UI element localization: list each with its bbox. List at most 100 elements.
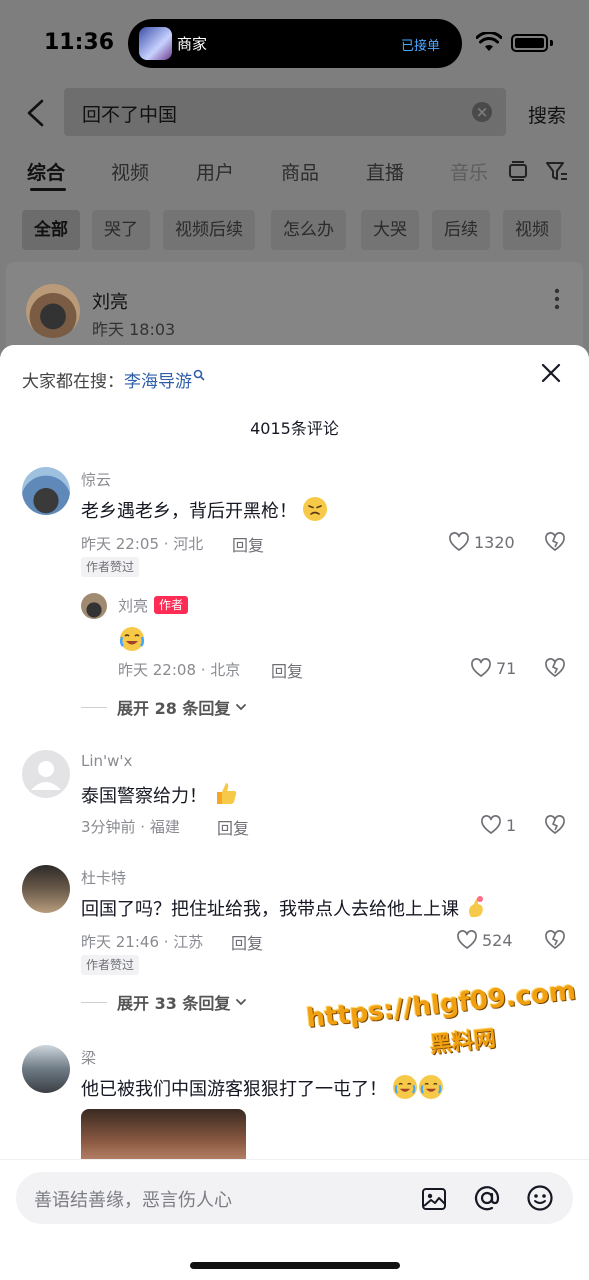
island-app-thumbnail [139, 27, 172, 60]
comment-count: 4015条评论 [250, 419, 339, 438]
like-button[interactable]: 1320 [448, 531, 515, 553]
like-button[interactable]: 524 [456, 929, 513, 951]
heart-icon [449, 532, 469, 551]
comment-author[interactable]: 杜卡特 [81, 867, 126, 888]
like-button[interactable]: 71 [470, 657, 516, 679]
heart-hand-emoji-icon [465, 895, 489, 919]
tab-all[interactable]: 综合 [27, 158, 65, 185]
comment-author[interactable]: 惊云 [81, 469, 111, 490]
close-icon[interactable] [540, 362, 562, 384]
comment-input[interactable]: 善语结善缘，恶言伤人心 [16, 1172, 573, 1224]
comment-meta: 3分钟前 · 福建 [81, 818, 180, 836]
back-icon[interactable] [22, 98, 50, 128]
dynamic-island[interactable]: 商家 已接单 [128, 19, 462, 68]
default-avatar-icon [31, 761, 61, 790]
expand-label: 展开 28 条回复 [117, 699, 231, 718]
comment-text: 回国了吗？把住址给我，我带点人去给他上上课 [81, 895, 489, 921]
dislike-icon[interactable] [544, 657, 566, 679]
dislike-icon[interactable] [544, 929, 566, 951]
reply-button[interactable]: 回复 [271, 658, 303, 682]
tab-video[interactable]: 视频 [111, 158, 149, 185]
hot-search-keyword[interactable]: 李海导游 [124, 372, 192, 392]
comment-text-content: 他已被我们中国游客狠狠打了一屯了！ [81, 1079, 387, 1100]
comment-meta: 昨天 21:46 · 江苏 [81, 933, 204, 951]
background-page: 11:36 商家 已接单 回不了中国 × 搜索 综合 视频 用户 商品 直播 音… [0, 0, 589, 362]
laugh-cry-emoji-icon [118, 625, 146, 657]
chip-what-to-do[interactable]: 怎么办 [271, 210, 346, 250]
tab-live[interactable]: 直播 [366, 158, 404, 185]
comment-meta: 昨天 22:05 · 河北 [81, 535, 204, 553]
battery-icon [511, 34, 548, 52]
result-time: 昨天 18:03 [92, 320, 176, 339]
comment-text-content: 回国了吗？把住址给我，我带点人去给他上上课 [81, 899, 459, 920]
comment-author[interactable]: 梁 [81, 1047, 96, 1068]
thumbs-up-emoji-icon [213, 780, 237, 804]
avatar[interactable] [22, 1045, 70, 1093]
avatar[interactable] [22, 865, 70, 913]
filter-chips: 全部 哭了 视频后续 怎么办 大哭 后续 视频 [0, 210, 589, 250]
heart-icon [457, 930, 477, 949]
comment-text-content: 老乡遇老乡，背后开黑枪！ [81, 501, 297, 522]
avatar[interactable] [22, 467, 70, 515]
result-author-name[interactable]: 刘亮 [92, 288, 128, 314]
expand-divider [81, 706, 107, 708]
comment-author[interactable]: Lin'w'x [81, 752, 132, 770]
watermark: https://hlgf09.com 黑料网 [305, 976, 581, 1074]
author-tag: 作者 [154, 596, 189, 614]
like-count: 1 [506, 815, 517, 835]
at-icon[interactable] [473, 1184, 501, 1212]
reply-button[interactable]: 回复 [232, 532, 264, 556]
tab-music[interactable]: 音乐 [450, 158, 488, 185]
image-icon[interactable] [421, 1186, 447, 1212]
angry-emoji-icon [303, 497, 327, 521]
chip-followup[interactable]: 后续 [432, 210, 490, 250]
avatar[interactable] [22, 750, 70, 798]
expand-divider [81, 1001, 107, 1003]
chip-video-followup[interactable]: 视频后续 [163, 210, 255, 250]
search-input[interactable]: 回不了中国 × [64, 88, 506, 136]
comment-text: 他已被我们中国游客狠狠打了一屯了！ [81, 1075, 443, 1101]
like-count: 1320 [474, 532, 515, 552]
more-icon[interactable] [554, 288, 560, 310]
comment-text-content: 泰国警察给力！ [81, 786, 207, 807]
layout-icon[interactable] [508, 160, 528, 182]
search-button[interactable]: 搜索 [528, 101, 566, 128]
status-time: 11:36 [44, 30, 115, 55]
chip-big-cry[interactable]: 大哭 [361, 210, 419, 250]
status-bar: 11:36 商家 已接单 [0, 0, 589, 88]
like-button[interactable]: 1 [480, 814, 516, 836]
wifi-icon [476, 32, 502, 51]
search-icon [193, 369, 205, 381]
filter-icon[interactable] [545, 160, 569, 182]
tab-user[interactable]: 用户 [196, 158, 234, 185]
chevron-down-icon [236, 704, 247, 711]
search-query: 回不了中国 [82, 104, 178, 126]
reply-button[interactable]: 回复 [217, 815, 249, 839]
expand-replies-button[interactable]: 展开 28 条回复 [81, 695, 248, 719]
hot-search-prefix: 大家都在搜： [22, 372, 124, 392]
chip-video[interactable]: 视频 [503, 210, 561, 250]
tab-underline [30, 188, 66, 191]
chip-cried[interactable]: 哭了 [92, 210, 150, 250]
hot-search[interactable]: 大家都在搜：李海导游 [22, 367, 205, 392]
laugh-cry-emoji-icon [393, 1075, 417, 1099]
avatar[interactable] [81, 593, 107, 619]
expand-label: 展开 33 条回复 [117, 994, 231, 1013]
comment-text: 老乡遇老乡，背后开黑枪！ [81, 497, 327, 523]
comment-author[interactable]: 刘亮 作者 [118, 595, 189, 616]
home-indicator[interactable] [190, 1262, 400, 1269]
expand-replies-button[interactable]: 展开 33 条回复 [81, 990, 248, 1014]
dislike-icon[interactable] [544, 531, 566, 553]
clear-icon[interactable]: × [472, 102, 492, 122]
search-tabs: 综合 视频 用户 商品 直播 音乐 [0, 150, 589, 194]
laugh-cry-emoji-icon [419, 1075, 443, 1099]
emoji-icon[interactable] [526, 1184, 554, 1212]
avatar[interactable] [26, 284, 80, 338]
chip-all[interactable]: 全部 [22, 210, 80, 250]
comment-input-placeholder: 善语结善缘，恶言伤人心 [34, 1190, 232, 1211]
dislike-icon[interactable] [544, 814, 566, 836]
reply-button[interactable]: 回复 [231, 930, 263, 954]
comment-input-bar: 善语结善缘，恶言伤人心 [0, 1159, 589, 1280]
tab-product[interactable]: 商品 [281, 158, 319, 185]
like-count: 71 [496, 658, 517, 678]
